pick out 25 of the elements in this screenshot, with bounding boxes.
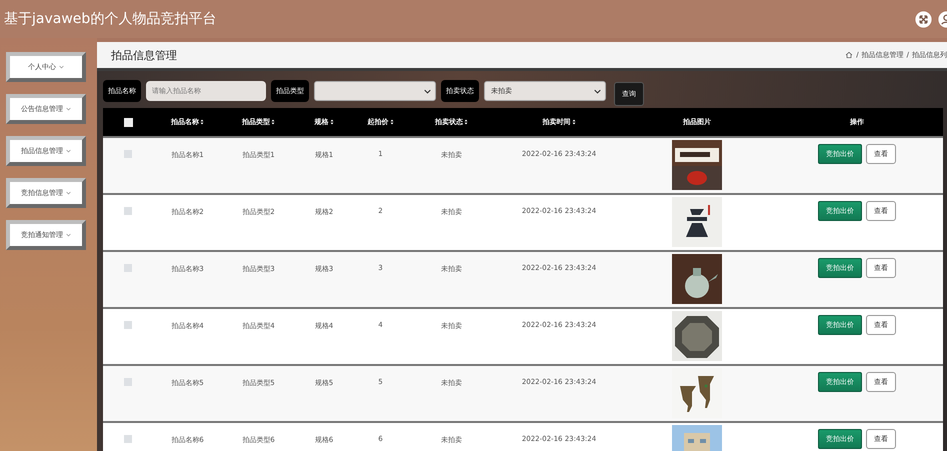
sort-icon[interactable]	[271, 119, 275, 125]
caret-icon	[59, 65, 64, 69]
row-checkbox[interactable]	[124, 207, 132, 215]
dropdown-field[interactable]	[314, 81, 436, 101]
sort-icon[interactable]	[330, 119, 334, 125]
row-checkbox[interactable]	[124, 264, 132, 272]
chevron-icon	[424, 88, 431, 94]
sort-icon[interactable]	[390, 119, 394, 125]
page-title: 拍品信息管理	[111, 48, 177, 62]
row-checkbox[interactable]	[124, 321, 132, 329]
caret-icon	[66, 233, 71, 237]
row-checkbox[interactable]	[124, 378, 132, 386]
fullscreen-icon[interactable]	[915, 10, 932, 28]
row-checkbox[interactable]	[124, 150, 132, 158]
caret-icon	[66, 149, 71, 153]
caret-icon	[66, 107, 71, 111]
sort-icon[interactable]	[464, 119, 468, 125]
app-title: 基于javaweb的个人物品竞拍平台	[3, 10, 216, 28]
sort-icon[interactable]	[200, 119, 204, 125]
row-checkbox[interactable]	[124, 435, 132, 443]
select-all-checkbox[interactable]	[124, 118, 132, 126]
chevron-icon	[594, 88, 601, 94]
sort-icon[interactable]	[572, 119, 576, 125]
home-icon[interactable]	[845, 51, 854, 59]
caret-icon	[66, 191, 71, 195]
